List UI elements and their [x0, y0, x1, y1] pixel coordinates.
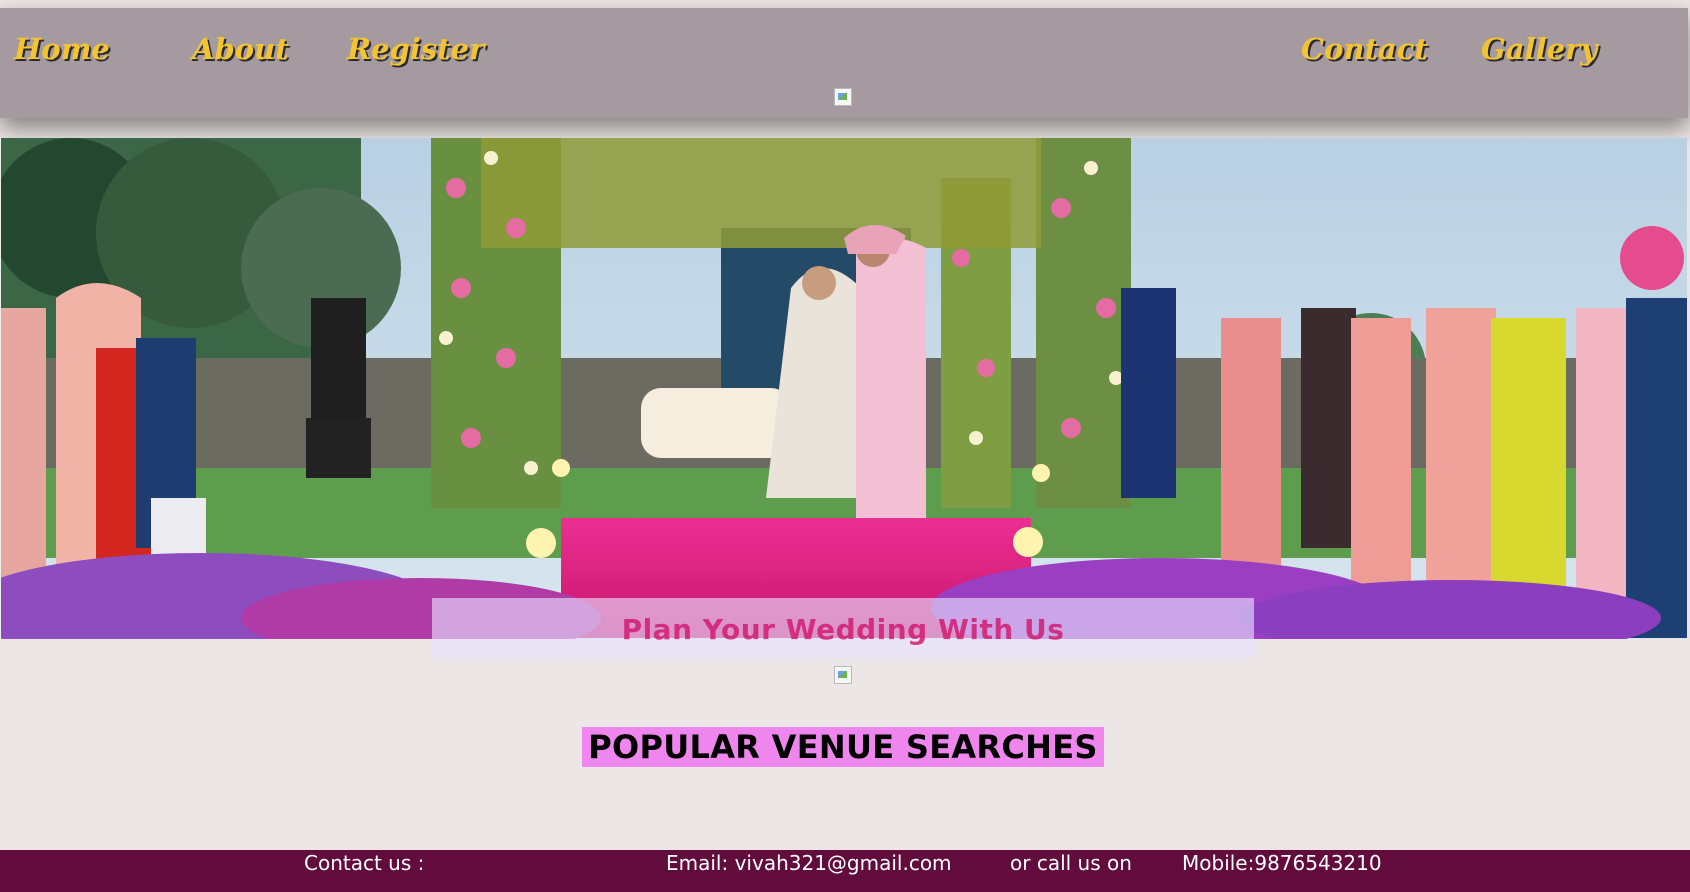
footer-call-text: or call us on [1010, 851, 1132, 875]
footer: Contact us : Email: vivah321@gmail.com o… [0, 850, 1690, 892]
popular-venue-searches-heading: POPULAR VENUE SEARCHES [582, 727, 1104, 767]
top-navigation-bar: Home About Register Contact Gallery [0, 8, 1688, 118]
hero-wedding-photo [0, 138, 1687, 639]
broken-logo-image-icon [834, 88, 852, 106]
hero-tagline: Plan Your Wedding With Us [621, 613, 1065, 646]
footer-email: Email: vivah321@gmail.com [666, 851, 952, 875]
nav-about-link[interactable]: About [192, 32, 289, 66]
hero-tagline-banner: Plan Your Wedding With Us [432, 598, 1254, 658]
broken-content-image-icon [834, 666, 852, 684]
page: Home About Register Contact Gallery Plan… [0, 0, 1690, 892]
footer-contact-label: Contact us : [304, 851, 425, 875]
nav-gallery-link[interactable]: Gallery [1481, 32, 1597, 66]
wedding-scene-illustration [1, 138, 1687, 639]
nav-home-link[interactable]: Home [14, 32, 110, 66]
nav-register-link[interactable]: Register [347, 32, 484, 66]
footer-mobile: Mobile:9876543210 [1182, 851, 1382, 875]
nav-contact-link[interactable]: Contact [1301, 32, 1428, 66]
